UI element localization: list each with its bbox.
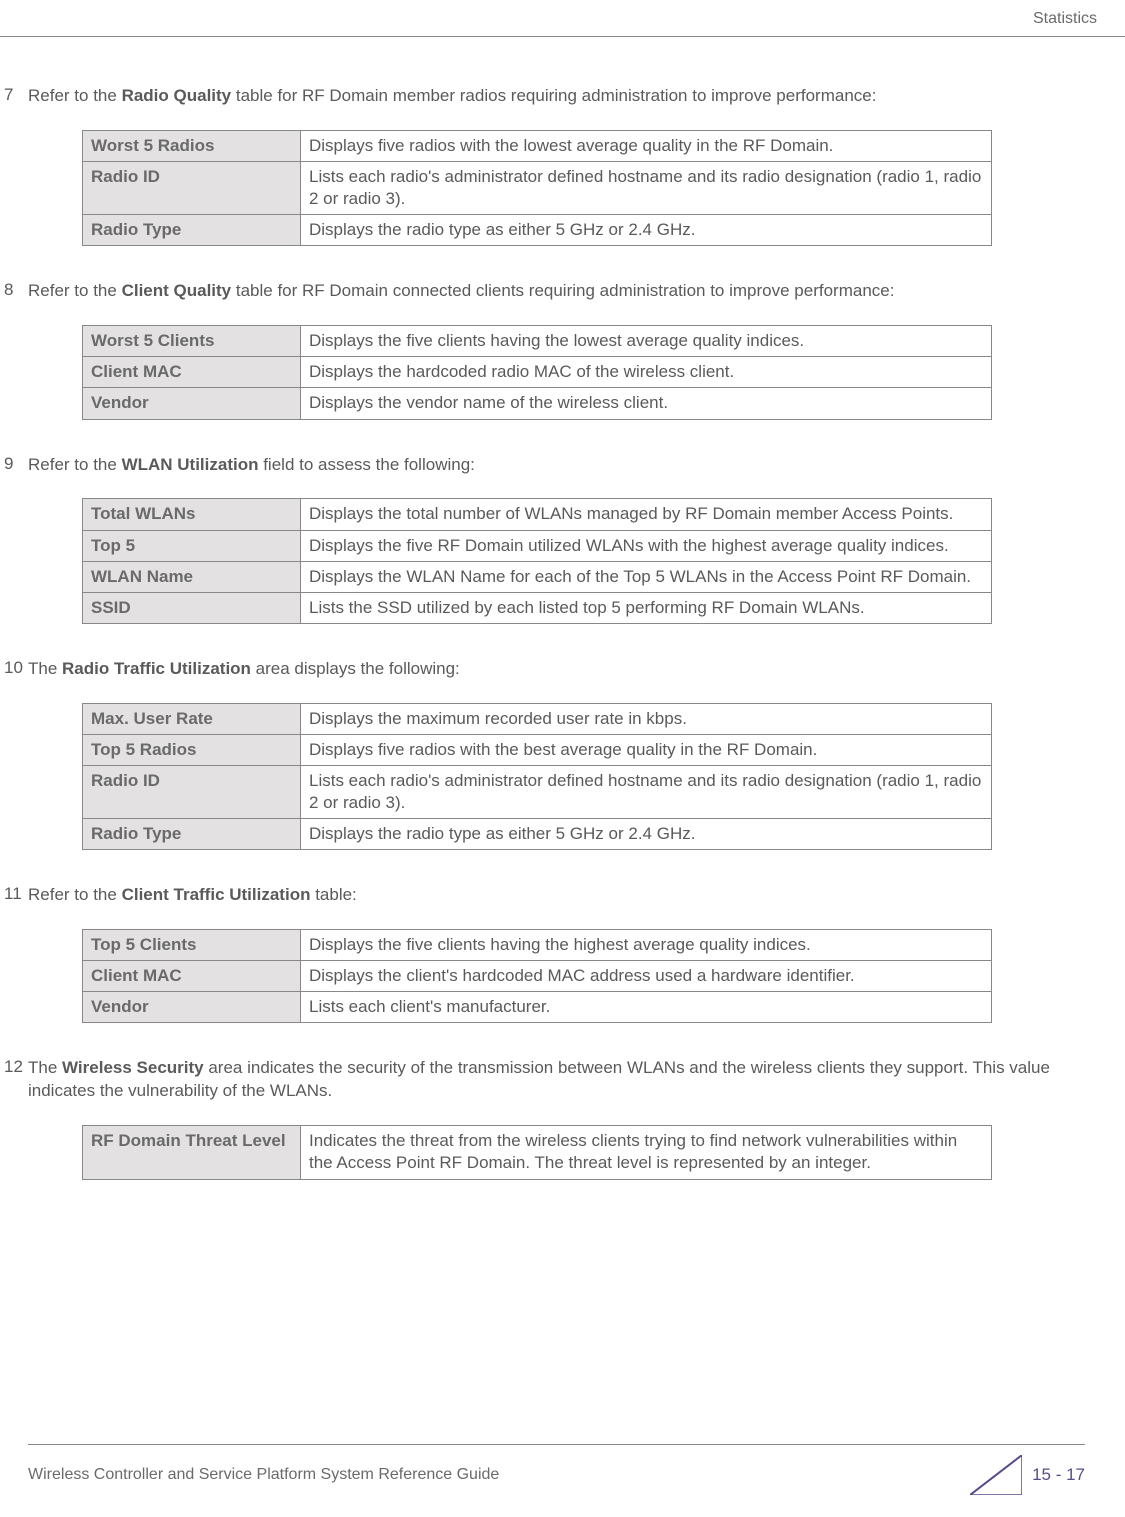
table-row: Radio IDLists each radio's administrator… — [83, 162, 992, 215]
term-cell: Worst 5 Clients — [83, 326, 301, 357]
definition-table: Total WLANsDisplays the total number of … — [82, 498, 992, 623]
term-cell: Top 5 Radios — [83, 734, 301, 765]
term-cell: Client MAC — [83, 357, 301, 388]
table-row: Top 5 ClientsDisplays the five clients h… — [83, 930, 992, 961]
term-cell: RF Domain Threat Level — [83, 1126, 301, 1179]
item-text: Refer to the Radio Quality table for RF … — [28, 85, 1085, 108]
term-cell: Radio ID — [83, 765, 301, 818]
list-item: 8 Refer to the Client Quality table for … — [0, 280, 1085, 317]
list-item: 12 The Wireless Security area indicates … — [0, 1057, 1085, 1117]
definition-table: RF Domain Threat LevelIndicates the thre… — [82, 1125, 992, 1179]
list-item: 9 Refer to the WLAN Utilization field to… — [0, 454, 1085, 491]
definition-table: Max. User RateDisplays the maximum recor… — [82, 703, 992, 850]
desc-cell: Displays the total number of WLANs manag… — [301, 499, 992, 530]
term-cell: Top 5 — [83, 530, 301, 561]
page-mark: 15 - 17 — [970, 1455, 1085, 1495]
page-footer: Wireless Controller and Service Platform… — [0, 1444, 1125, 1495]
table-row: Worst 5 ClientsDisplays the five clients… — [83, 326, 992, 357]
term-cell: Radio Type — [83, 819, 301, 850]
desc-cell: Displays five radios with the best avera… — [301, 734, 992, 765]
term-cell: SSID — [83, 592, 301, 623]
item-text: The Radio Traffic Utilization area displ… — [28, 658, 1085, 681]
definition-table: Worst 5 RadiosDisplays five radios with … — [82, 130, 992, 246]
table-row: VendorDisplays the vendor name of the wi… — [83, 388, 992, 419]
table-row: VendorLists each client's manufacturer. — [83, 992, 992, 1023]
table-row: Client MACDisplays the hardcoded radio M… — [83, 357, 992, 388]
term-cell: Radio Type — [83, 215, 301, 246]
desc-cell: Displays the client's hardcoded MAC addr… — [301, 961, 992, 992]
desc-cell: Lists each radio's administrator defined… — [301, 765, 992, 818]
item-text: Refer to the WLAN Utilization field to a… — [28, 454, 1085, 477]
item-number: 10 — [0, 658, 28, 695]
table-row: RF Domain Threat LevelIndicates the thre… — [83, 1126, 992, 1179]
list-item: 7 Refer to the Radio Quality table for R… — [0, 85, 1085, 122]
term-cell: Total WLANs — [83, 499, 301, 530]
item-text: The Wireless Security area indicates the… — [28, 1057, 1085, 1103]
desc-cell: Displays the five clients having the hig… — [301, 930, 992, 961]
desc-cell: Displays the five clients having the low… — [301, 326, 992, 357]
item-number: 12 — [0, 1057, 28, 1117]
item-number: 11 — [0, 884, 28, 921]
term-cell: Vendor — [83, 388, 301, 419]
table-row: Client MACDisplays the client's hardcode… — [83, 961, 992, 992]
desc-cell: Lists the SSD utilized by each listed to… — [301, 592, 992, 623]
item-number: 8 — [0, 280, 28, 317]
footer-rule — [28, 1444, 1085, 1445]
table-row: WLAN NameDisplays the WLAN Name for each… — [83, 561, 992, 592]
term-cell: Vendor — [83, 992, 301, 1023]
desc-cell: Indicates the threat from the wireless c… — [301, 1126, 992, 1179]
term-cell: WLAN Name — [83, 561, 301, 592]
item-number: 9 — [0, 454, 28, 491]
desc-cell: Displays the WLAN Name for each of the T… — [301, 561, 992, 592]
term-cell: Worst 5 Radios — [83, 130, 301, 161]
list-item: 10 The Radio Traffic Utilization area di… — [0, 658, 1085, 695]
desc-cell: Displays five radios with the lowest ave… — [301, 130, 992, 161]
page-header: Statistics — [0, 0, 1125, 36]
table-row: Top 5Displays the five RF Domain utilize… — [83, 530, 992, 561]
table-row: Top 5 RadiosDisplays five radios with th… — [83, 734, 992, 765]
item-text: Refer to the Client Quality table for RF… — [28, 280, 1085, 303]
page-number: 15 - 17 — [1032, 1465, 1085, 1485]
section-title: Statistics — [1033, 10, 1097, 27]
term-cell: Client MAC — [83, 961, 301, 992]
list-item: 11 Refer to the Client Traffic Utilizati… — [0, 884, 1085, 921]
desc-cell: Displays the hardcoded radio MAC of the … — [301, 357, 992, 388]
table-row: SSIDLists the SSD utilized by each liste… — [83, 592, 992, 623]
page-content: 7 Refer to the Radio Quality table for R… — [0, 37, 1125, 1180]
footer-title: Wireless Controller and Service Platform… — [28, 1466, 499, 1484]
table-row: Radio TypeDisplays the radio type as eit… — [83, 215, 992, 246]
desc-cell: Lists each radio's administrator defined… — [301, 162, 992, 215]
desc-cell: Displays the maximum recorded user rate … — [301, 703, 992, 734]
table-row: Worst 5 RadiosDisplays five radios with … — [83, 130, 992, 161]
desc-cell: Displays the radio type as either 5 GHz … — [301, 819, 992, 850]
desc-cell: Displays the vendor name of the wireless… — [301, 388, 992, 419]
page-corner-icon — [970, 1455, 1022, 1495]
table-row: Total WLANsDisplays the total number of … — [83, 499, 992, 530]
desc-cell: Displays the five RF Domain utilized WLA… — [301, 530, 992, 561]
term-cell: Radio ID — [83, 162, 301, 215]
term-cell: Top 5 Clients — [83, 930, 301, 961]
item-number: 7 — [0, 85, 28, 122]
table-row: Max. User RateDisplays the maximum recor… — [83, 703, 992, 734]
table-row: Radio IDLists each radio's administrator… — [83, 765, 992, 818]
table-row: Radio TypeDisplays the radio type as eit… — [83, 819, 992, 850]
definition-table: Worst 5 ClientsDisplays the five clients… — [82, 325, 992, 419]
item-text: Refer to the Client Traffic Utilization … — [28, 884, 1085, 907]
definition-table: Top 5 ClientsDisplays the five clients h… — [82, 929, 992, 1023]
term-cell: Max. User Rate — [83, 703, 301, 734]
desc-cell: Lists each client's manufacturer. — [301, 992, 992, 1023]
desc-cell: Displays the radio type as either 5 GHz … — [301, 215, 992, 246]
